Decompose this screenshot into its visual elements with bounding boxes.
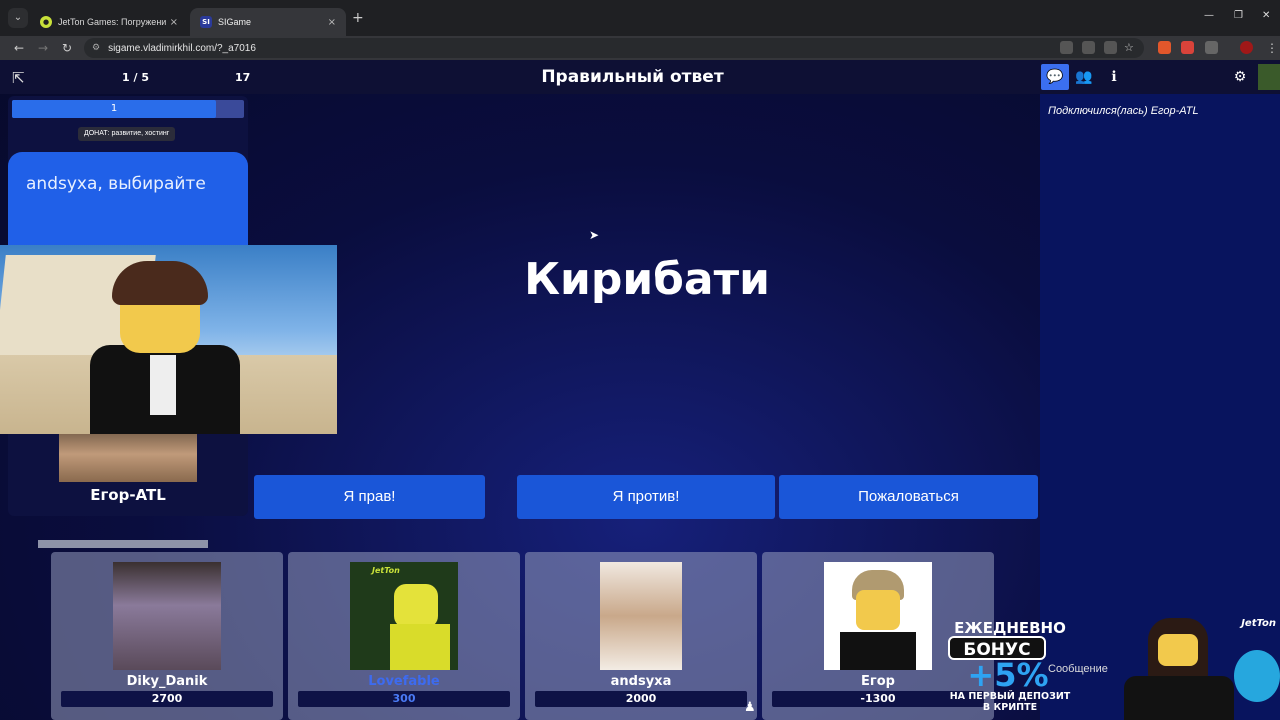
player-score: 2000: [535, 691, 747, 707]
sigame-favicon-icon: SI: [200, 16, 212, 28]
restore-icon[interactable]: ❐: [1234, 10, 1243, 21]
tab-title: JetTon Games: Погружение в м: [58, 17, 166, 27]
donate-link[interactable]: ДОНАТ: развитие, хостинг: [78, 127, 176, 141]
showman-card: [8, 152, 248, 254]
player-name: andsyxa: [610, 674, 672, 689]
players-shelf: [38, 540, 208, 548]
mouse-cursor-icon: ➤: [589, 228, 600, 242]
extension-fox-icon[interactable]: [1158, 41, 1171, 54]
browser-menu-icon[interactable]: ⋮: [1266, 40, 1278, 56]
lego-head-icon: [856, 590, 900, 630]
tab-search-button[interactable]: ⌄: [8, 8, 28, 28]
complain-button[interactable]: Пожаловаться: [779, 475, 1038, 519]
tab-title: SIGame: [218, 17, 252, 27]
promo-line3: +5%: [967, 656, 1049, 694]
extensions-puzzle-icon[interactable]: [1205, 41, 1218, 54]
close-window-icon[interactable]: ✕: [1262, 10, 1270, 21]
player-card[interactable]: Diky_Danik 2700: [51, 552, 283, 720]
browser-tab-active[interactable]: SI SIGame ×: [190, 8, 346, 36]
browser-tab-bar: ⌄ ● JetTon Games: Погружение в м × SI SI…: [0, 0, 1280, 36]
player-avatar: [113, 562, 221, 670]
browser-toolbar: ← → ↻ ⚙ sigame.vladimirkhil.com/?_a7016 …: [0, 36, 1280, 60]
timer-fill: 1: [12, 100, 217, 118]
bookmark-star-icon[interactable]: ☆: [1124, 41, 1137, 54]
answer-text: Кирибати: [524, 254, 770, 305]
pawn-icon: ♟: [744, 700, 756, 715]
streamer-webcam: [0, 245, 337, 434]
i-am-right-button[interactable]: Я прав!: [254, 475, 485, 519]
player-card[interactable]: andsyxa 2000: [525, 552, 757, 720]
i-object-button[interactable]: Я против!: [517, 475, 775, 519]
tether-coin-icon: [1234, 650, 1280, 702]
player-name: Diky_Danik: [126, 674, 208, 689]
promo-line4: НА ПЕРВЫЙ ДЕПОЗИТ: [949, 691, 1071, 702]
close-tab-icon[interactable]: ×: [328, 17, 336, 28]
profile-avatar[interactable]: [1240, 41, 1253, 54]
question-area: Кирибати ➤: [254, 94, 1040, 474]
promo-line1: ЕЖЕДНЕВНО: [954, 619, 1066, 637]
forward-icon[interactable]: →: [38, 40, 48, 56]
chat-message: Подключился(лась) Егор-ATL: [1048, 105, 1199, 117]
minimize-icon[interactable]: —: [1204, 10, 1214, 21]
lego-shirt: [150, 355, 176, 415]
address-bar[interactable]: ⚙ sigame.vladimirkhil.com/?_a7016: [84, 38, 1144, 58]
lego-figure-icon: [394, 584, 438, 628]
settings-icon[interactable]: ⚙: [1226, 64, 1254, 90]
url-text: sigame.vladimirkhil.com/?_a7016: [108, 42, 256, 54]
player-score: 300: [298, 691, 510, 707]
leader-avatar: [59, 426, 197, 482]
lego-hair: [112, 261, 208, 305]
browser-tab[interactable]: ● JetTon Games: Погружение в м ×: [30, 8, 188, 36]
info-icon[interactable]: ℹ: [1100, 64, 1128, 90]
player-avatar: [600, 562, 682, 670]
site-info-icon[interactable]: ⚙: [92, 43, 100, 53]
password-key-icon[interactable]: [1060, 41, 1073, 54]
lego-suit-icon: [390, 624, 450, 670]
chat-tabs: 💬 👥 ℹ ⚙: [1040, 60, 1280, 94]
timer-bar: 1: [12, 100, 244, 118]
jetton-ad-brand: JetTon: [372, 566, 400, 575]
players-list: Diky_Danik 2700 JetTon Lovefable 300 and…: [0, 538, 1040, 720]
lego-mascot-face: [1158, 634, 1198, 666]
users-icon[interactable]: 👥: [1070, 64, 1098, 90]
translate-icon[interactable]: [1104, 41, 1117, 54]
player-avatar: JetTon: [350, 562, 458, 670]
chat-icon[interactable]: 💬: [1041, 64, 1069, 90]
player-avatar: [824, 562, 932, 670]
promo-line5: В КРИПТЕ: [982, 702, 1038, 713]
close-tab-icon[interactable]: ×: [170, 17, 178, 28]
player-score: 2700: [61, 691, 273, 707]
lego-mascot-body: [1124, 676, 1234, 720]
streamer-badge-icon: [1258, 64, 1280, 90]
extension-flame-icon[interactable]: [1181, 41, 1194, 54]
jetton-favicon-icon: ●: [40, 16, 52, 28]
install-app-icon[interactable]: [1082, 41, 1095, 54]
back-icon[interactable]: ←: [14, 40, 24, 56]
reload-icon[interactable]: ↻: [62, 40, 72, 56]
showman-message: andsyxa, выбирайте: [26, 174, 206, 194]
new-tab-icon[interactable]: +: [352, 10, 364, 26]
leader-name: Егор-ATL: [90, 486, 166, 504]
promo-brand: JetTon: [1241, 618, 1276, 629]
game-top-bar: ⇱ 1 / 5 17 Правильный ответ: [0, 60, 1040, 94]
player-card[interactable]: JetTon Lovefable 300: [288, 552, 520, 720]
player-name: Lovefable: [368, 674, 440, 689]
lego-jacket-icon: [840, 632, 916, 670]
